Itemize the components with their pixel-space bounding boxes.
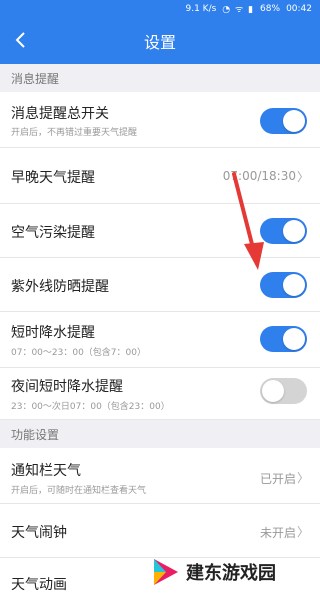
section-header-features: 功能设置 — [0, 420, 320, 448]
section-header-notifications: 消息提醒 — [0, 64, 320, 92]
row-title: 早晚天气提醒 — [11, 170, 95, 186]
row-uv-protection: 紫外线防晒提醒 — [0, 258, 320, 312]
back-arrow-icon — [15, 32, 25, 48]
row-title: 天气闹钟 — [11, 525, 67, 541]
night-rain-toggle[interactable] — [260, 378, 307, 404]
row-subtitle: 开启后，不再错过重要天气提醒 — [11, 128, 138, 138]
short-term-rain-toggle[interactable] — [260, 326, 307, 352]
battery-level: 68% — [260, 3, 281, 14]
page-title: 设置 — [143, 32, 176, 52]
row-morning-evening-weather[interactable]: 早晚天气提醒 07:00/18:30 〉 — [0, 148, 320, 204]
row-subtitle: 开启后，可随时在通知栏查看天气 — [11, 486, 147, 496]
row-title: 空气污染提醒 — [11, 225, 95, 241]
chevron-right-icon: 〉 — [296, 170, 309, 184]
status-bar: 9.1 K/s ◔ ᯤ ▮ 68% 00:42 — [0, 0, 320, 17]
clock: 00:42 — [286, 3, 312, 14]
title-bar: 设置 — [0, 17, 320, 64]
row-subtitle: 23：00～次日07：00（包含23：00） — [11, 402, 170, 412]
row-short-term-rain: 短时降水提醒 07：00～23：00（包含7：00） — [0, 312, 320, 368]
back-button[interactable] — [6, 25, 36, 55]
status-value: 未开启 — [259, 526, 296, 540]
row-title: 短时降水提醒 — [11, 325, 95, 341]
master-notification-toggle[interactable] — [260, 108, 307, 134]
row-night-rain: 夜间短时降水提醒 23：00～次日07：00（包含23：00） — [0, 368, 320, 420]
row-air-pollution: 空气污染提醒 — [0, 204, 320, 258]
status-value: 已开启 — [259, 472, 296, 486]
row-title: 夜间短时降水提醒 — [11, 379, 123, 395]
signal-icons: ◔ ᯤ ▮ — [222, 5, 255, 15]
watermark: 建东游戏园 — [150, 548, 320, 595]
chevron-right-icon: 〉 — [296, 525, 309, 539]
watermark-text: 建东游戏园 — [186, 562, 276, 584]
chevron-right-icon: 〉 — [296, 471, 309, 485]
row-title: 紫外线防晒提醒 — [11, 279, 109, 295]
row-subtitle: 07：00～23：00（包含7：00） — [11, 348, 146, 358]
row-title: 天气动画 — [11, 577, 67, 593]
uv-protection-toggle[interactable] — [260, 272, 307, 298]
row-title: 消息提醒总开关 — [11, 106, 109, 122]
row-title: 通知栏天气 — [11, 463, 81, 479]
watermark-logo-icon — [154, 558, 178, 585]
row-notification-bar-weather[interactable]: 通知栏天气 开启后，可随时在通知栏查看天气 已开启 〉 — [0, 448, 320, 504]
network-speed: 9.1 K/s — [185, 3, 217, 14]
air-pollution-toggle[interactable] — [260, 218, 307, 244]
annotation-arrow-icon — [232, 172, 264, 270]
row-master-notification: 消息提醒总开关 开启后，不再错过重要天气提醒 — [0, 92, 320, 148]
